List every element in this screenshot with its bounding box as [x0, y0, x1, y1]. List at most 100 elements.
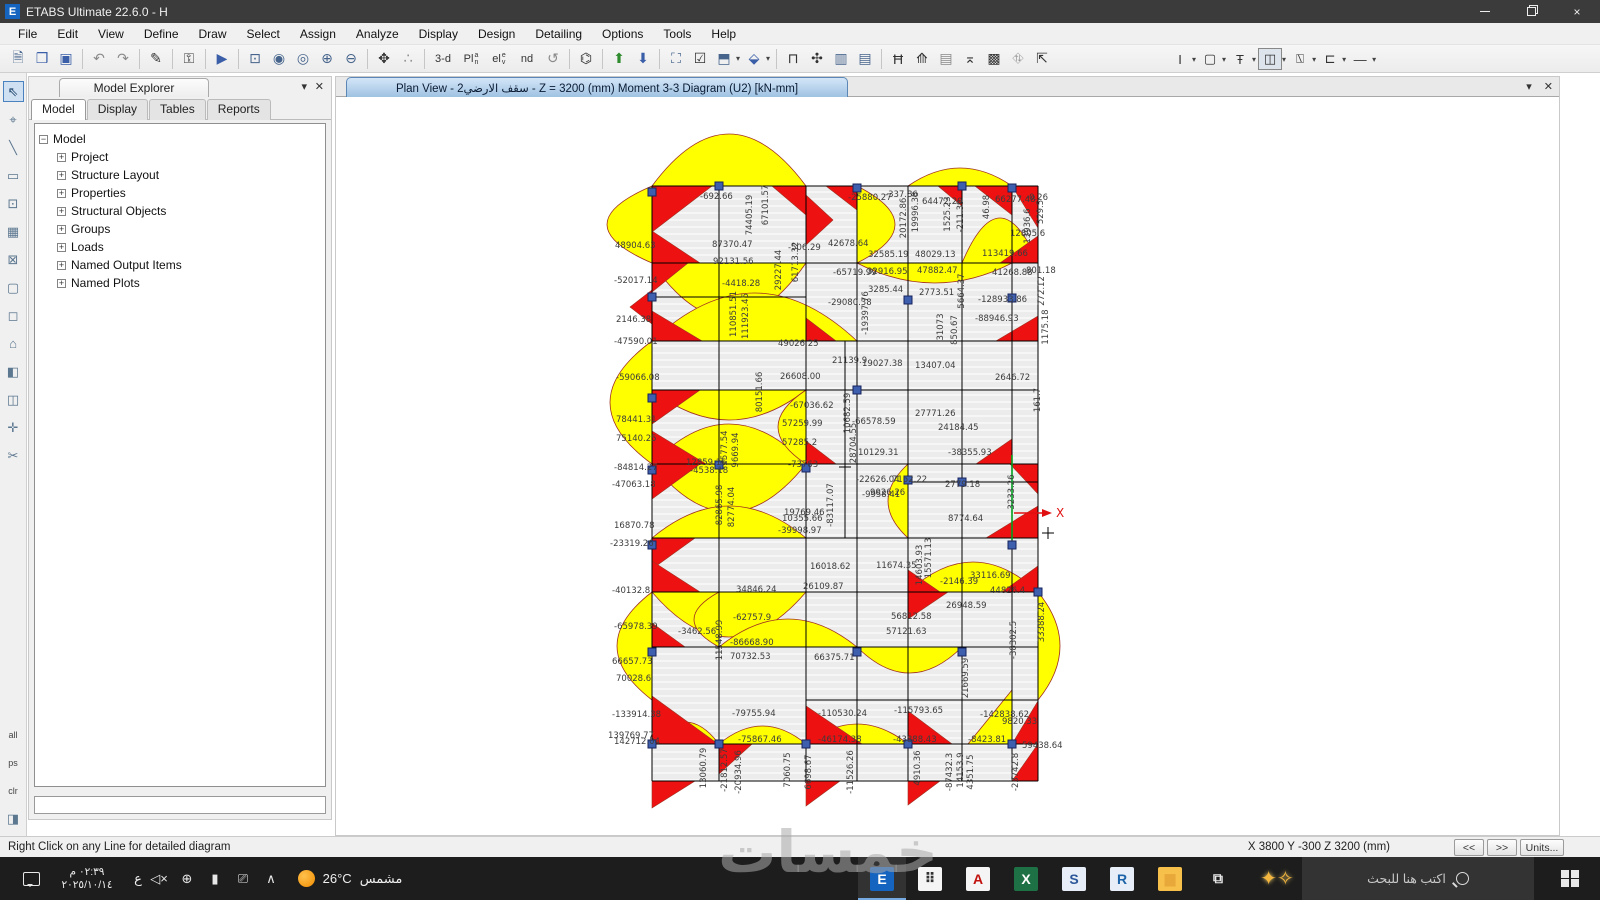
tree-node-named-output-items[interactable]: + Named Output Items [39, 256, 321, 274]
moment-support-lobe[interactable] [651, 780, 697, 809]
battery-icon[interactable]: ▮ [207, 871, 223, 887]
menu-assign[interactable]: Assign [290, 24, 346, 44]
section-line-button-caret[interactable]: ▾ [1372, 55, 1376, 64]
joint-node[interactable] [1007, 540, 1017, 550]
plan-view-canvas[interactable]: X -692.66 74405.19 67101.57 -25880.27 -337.86… [336, 97, 1559, 835]
tray-expand-chevron-icon[interactable]: ∧ [263, 871, 279, 887]
shift-down-icon[interactable]: ⬇ [632, 48, 654, 70]
tree-node-structural-objects[interactable]: + Structural Objects [39, 202, 321, 220]
expand-box-icon[interactable]: + [57, 260, 66, 270]
lock-model-icon[interactable]: ⚿ [178, 48, 200, 70]
select-all-button[interactable]: all [3, 724, 24, 745]
deck-icon[interactable]: ▤ [935, 48, 957, 70]
joint-node[interactable] [1007, 739, 1017, 749]
taskbar-app-sap2000[interactable]: S [1050, 857, 1098, 900]
view-tab-title[interactable]: Plan View - سقف الارضي2 - Z = 3200 (mm) … [346, 77, 848, 97]
menu-define[interactable]: Define [134, 24, 189, 44]
explorer-close-icon[interactable]: ✕ [315, 80, 324, 93]
run-analysis-icon[interactable]: ▶ [211, 48, 233, 70]
menu-select[interactable]: Select [237, 24, 290, 44]
section-i-beam-button[interactable]: I [1168, 48, 1192, 70]
joint-node[interactable] [801, 739, 811, 749]
expand-box-icon[interactable]: + [57, 242, 66, 252]
taskbar-app-revit[interactable]: R [1098, 857, 1146, 900]
new-model-icon[interactable]: 🗎 [7, 48, 29, 70]
save-model-icon[interactable]: ▣ [55, 48, 77, 70]
section-slab-button[interactable]: ▢ [1198, 48, 1222, 70]
joint-node[interactable] [1033, 587, 1043, 597]
expand-box-icon[interactable]: + [57, 188, 66, 198]
extrude-view-icon-caret[interactable]: ▾ [736, 54, 740, 63]
next-story-button[interactable]: >> [1487, 839, 1517, 856]
taskbar-app-etabs[interactable]: E [858, 857, 906, 900]
taskbar-app-taskview[interactable]: ⧉ [1194, 857, 1242, 900]
reshape-object-icon[interactable]: ⌖ [3, 109, 24, 130]
zoom-in-icon[interactable]: ⊕ [316, 48, 338, 70]
joint-node[interactable] [852, 385, 862, 395]
draw-wall-icon[interactable]: ◧ [3, 361, 24, 382]
deselect-icon[interactable]: ☑ [689, 48, 711, 70]
taskbar-app-folder[interactable]: ▆ [1146, 857, 1194, 900]
joint-node[interactable] [714, 739, 724, 749]
view-3d-button[interactable]: 3-d [430, 48, 456, 70]
tree-node-structure-layout[interactable]: + Structure Layout [39, 166, 321, 184]
minimize-button[interactable] [1462, 0, 1508, 23]
expand-box-icon[interactable]: + [57, 170, 66, 180]
expand-box-icon[interactable]: + [57, 206, 66, 216]
restore-button[interactable] [1508, 0, 1554, 23]
tree-node-properties[interactable]: + Properties [39, 184, 321, 202]
named-display-button[interactable]: nd [514, 48, 540, 70]
undo-icon[interactable]: ↶ [88, 48, 110, 70]
network-globe-icon[interactable]: ⊕ [179, 871, 195, 887]
tree-node-loads[interactable]: + Loads [39, 238, 321, 256]
chat-icon[interactable] [12, 857, 50, 900]
draw-floor-icon[interactable]: ▢ [3, 277, 24, 298]
menu-edit[interactable]: Edit [47, 24, 88, 44]
taskbar-app-excel[interactable]: X [1002, 857, 1050, 900]
joint-node[interactable] [957, 181, 967, 191]
explorer-tab-reports[interactable]: Reports [206, 99, 271, 120]
menu-tools[interactable]: Tools [653, 24, 701, 44]
quick-draw-frame-icon[interactable]: ⊡ [3, 193, 24, 214]
weather-widget[interactable]: 26°C مشمس [285, 857, 415, 900]
quick-draw-secondary-icon[interactable]: ⊠ [3, 249, 24, 270]
shift-up-icon[interactable]: ⬆ [608, 48, 630, 70]
joint-node[interactable] [647, 187, 657, 197]
object-shading-icon[interactable]: ⬙ [743, 48, 765, 70]
moment-lobe[interactable] [651, 133, 807, 187]
volume-muted-icon[interactable]: ◁× [150, 871, 168, 887]
building-plan-icon[interactable]: ▥ [830, 48, 852, 70]
zoom-out-icon[interactable]: ⊖ [340, 48, 362, 70]
menu-help[interactable]: Help [701, 24, 746, 44]
quick-draw-wall-icon[interactable]: ◫ [3, 389, 24, 410]
restore-full-view-icon[interactable]: ◉ [268, 48, 290, 70]
section-slab-button-caret[interactable]: ▾ [1222, 55, 1226, 64]
object-shading-icon-caret[interactable]: ▾ [766, 54, 770, 63]
section-truss-button-caret[interactable]: ▾ [1312, 55, 1316, 64]
quick-draw-braces-icon[interactable]: ▦ [3, 221, 24, 242]
frame-support-icon[interactable]: Ħ [887, 48, 909, 70]
menu-file[interactable]: File [8, 24, 47, 44]
draw-rect-floor-icon[interactable]: ◻ [3, 305, 24, 326]
moment-lobe[interactable] [606, 185, 653, 264]
section-channel-button[interactable]: ⊏ [1318, 48, 1342, 70]
section-boxed-i-button[interactable]: ◫ [1258, 48, 1283, 70]
moment-lobe[interactable] [609, 340, 653, 465]
tree-node-named-plots[interactable]: + Named Plots [39, 274, 321, 292]
pan-icon[interactable]: ✥ [373, 48, 395, 70]
menu-detailing[interactable]: Detailing [525, 24, 592, 44]
open-model-icon[interactable]: ❒ [31, 48, 53, 70]
draw-joint-icon[interactable]: ╲ [3, 137, 24, 158]
joint-node[interactable] [647, 393, 657, 403]
joint-node[interactable] [714, 181, 724, 191]
select-clr-button[interactable]: clr [3, 780, 24, 801]
rotate-view-icon[interactable]: ↺ [542, 48, 564, 70]
tree-node-model[interactable]: − Model [39, 130, 321, 148]
object-view-options-icon[interactable]: ⌬ [575, 48, 597, 70]
units-button[interactable]: Units... [1520, 839, 1564, 856]
explorer-tab-model[interactable]: Model [31, 99, 86, 120]
joint-node[interactable] [852, 183, 862, 193]
section-boxed-i-button-caret[interactable]: ▾ [1282, 55, 1286, 64]
extrude-view-icon[interactable]: ⬒ [713, 48, 735, 70]
view-collapse-icon[interactable]: ▾ [1526, 80, 1532, 93]
